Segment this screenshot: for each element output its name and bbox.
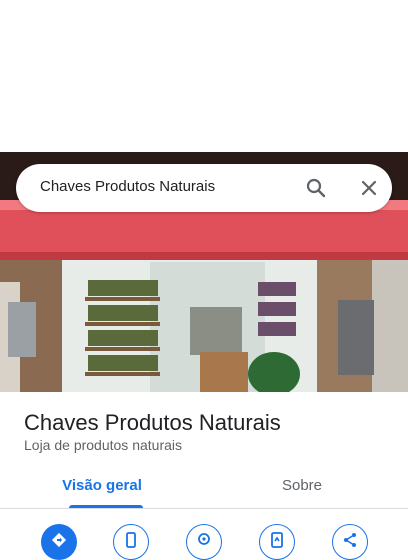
directions-icon	[50, 531, 68, 554]
save-place-icon	[195, 531, 213, 554]
search-bar[interactable]: Chaves Produtos Naturais	[16, 164, 392, 212]
tab-about[interactable]: Sobre	[200, 476, 404, 508]
place-title: Chaves Produtos Naturais	[24, 410, 281, 435]
close-icon[interactable]	[357, 176, 381, 200]
search-icon[interactable]	[304, 176, 328, 200]
save-button[interactable]	[186, 524, 222, 560]
call-button[interactable]	[113, 524, 149, 560]
send-to-phone-button[interactable]	[259, 524, 295, 560]
share-icon	[341, 531, 359, 554]
send-to-phone-icon	[268, 531, 286, 554]
place-category: Loja de produtos naturais	[24, 437, 182, 453]
share-button[interactable]	[332, 524, 368, 560]
directions-button[interactable]	[41, 524, 77, 560]
tab-overview[interactable]: Visão geral	[0, 476, 204, 508]
search-input[interactable]: Chaves Produtos Naturais	[40, 178, 215, 195]
phone-icon	[122, 531, 140, 554]
tabs-divider	[0, 508, 408, 509]
